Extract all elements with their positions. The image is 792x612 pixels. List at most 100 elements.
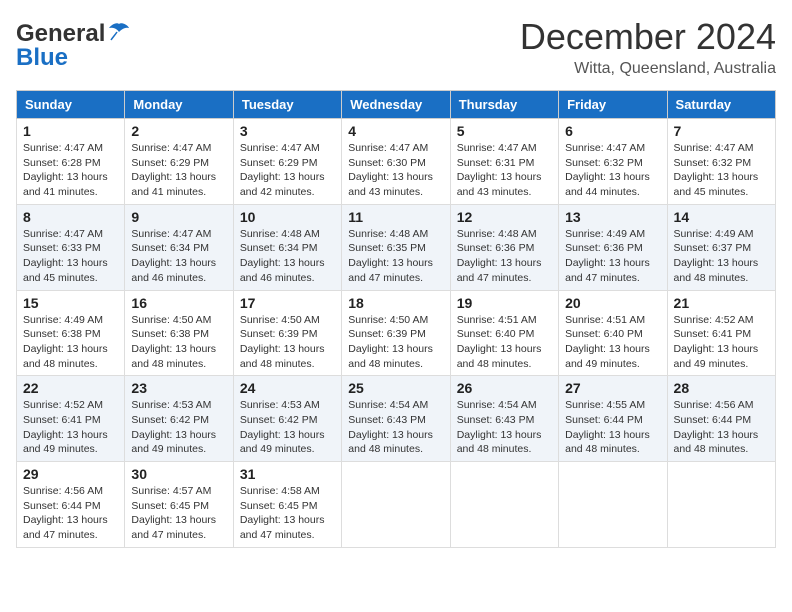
day-info: Sunrise: 4:51 AM Sunset: 6:40 PM Dayligh… <box>457 313 552 372</box>
day-number: 10 <box>240 209 335 225</box>
table-row <box>559 462 667 548</box>
day-info: Sunrise: 4:47 AM Sunset: 6:32 PM Dayligh… <box>565 141 660 200</box>
day-info: Sunrise: 4:47 AM Sunset: 6:32 PM Dayligh… <box>674 141 769 200</box>
day-number: 24 <box>240 380 335 396</box>
calendar-week-1: 1 Sunrise: 4:47 AM Sunset: 6:28 PM Dayli… <box>17 119 776 205</box>
table-row: 23 Sunrise: 4:53 AM Sunset: 6:42 PM Dayl… <box>125 376 233 462</box>
day-info: Sunrise: 4:47 AM Sunset: 6:29 PM Dayligh… <box>240 141 335 200</box>
col-sunday: Sunday <box>17 91 125 119</box>
day-info: Sunrise: 4:53 AM Sunset: 6:42 PM Dayligh… <box>240 398 335 457</box>
day-number: 13 <box>565 209 660 225</box>
day-info: Sunrise: 4:47 AM Sunset: 6:34 PM Dayligh… <box>131 227 226 286</box>
table-row: 2 Sunrise: 4:47 AM Sunset: 6:29 PM Dayli… <box>125 119 233 205</box>
day-info: Sunrise: 4:48 AM Sunset: 6:35 PM Dayligh… <box>348 227 443 286</box>
table-row: 28 Sunrise: 4:56 AM Sunset: 6:44 PM Dayl… <box>667 376 775 462</box>
day-number: 21 <box>674 295 769 311</box>
calendar-table: Sunday Monday Tuesday Wednesday Thursday… <box>16 90 776 548</box>
table-row: 27 Sunrise: 4:55 AM Sunset: 6:44 PM Dayl… <box>559 376 667 462</box>
col-friday: Friday <box>559 91 667 119</box>
table-row: 29 Sunrise: 4:56 AM Sunset: 6:44 PM Dayl… <box>17 462 125 548</box>
day-info: Sunrise: 4:56 AM Sunset: 6:44 PM Dayligh… <box>23 484 118 543</box>
day-number: 30 <box>131 466 226 482</box>
table-row <box>450 462 558 548</box>
table-row <box>342 462 450 548</box>
table-row: 6 Sunrise: 4:47 AM Sunset: 6:32 PM Dayli… <box>559 119 667 205</box>
day-info: Sunrise: 4:47 AM Sunset: 6:31 PM Dayligh… <box>457 141 552 200</box>
day-info: Sunrise: 4:50 AM Sunset: 6:38 PM Dayligh… <box>131 313 226 372</box>
day-number: 31 <box>240 466 335 482</box>
day-info: Sunrise: 4:54 AM Sunset: 6:43 PM Dayligh… <box>457 398 552 457</box>
day-info: Sunrise: 4:58 AM Sunset: 6:45 PM Dayligh… <box>240 484 335 543</box>
day-info: Sunrise: 4:54 AM Sunset: 6:43 PM Dayligh… <box>348 398 443 457</box>
day-info: Sunrise: 4:55 AM Sunset: 6:44 PM Dayligh… <box>565 398 660 457</box>
day-number: 15 <box>23 295 118 311</box>
day-info: Sunrise: 4:57 AM Sunset: 6:45 PM Dayligh… <box>131 484 226 543</box>
day-info: Sunrise: 4:47 AM Sunset: 6:33 PM Dayligh… <box>23 227 118 286</box>
location: Witta, Queensland, Australia <box>520 60 776 78</box>
table-row: 26 Sunrise: 4:54 AM Sunset: 6:43 PM Dayl… <box>450 376 558 462</box>
day-number: 2 <box>131 123 226 139</box>
day-info: Sunrise: 4:47 AM Sunset: 6:28 PM Dayligh… <box>23 141 118 200</box>
table-row: 25 Sunrise: 4:54 AM Sunset: 6:43 PM Dayl… <box>342 376 450 462</box>
day-number: 11 <box>348 209 443 225</box>
table-row: 14 Sunrise: 4:49 AM Sunset: 6:37 PM Dayl… <box>667 204 775 290</box>
table-row: 7 Sunrise: 4:47 AM Sunset: 6:32 PM Dayli… <box>667 119 775 205</box>
calendar-week-2: 8 Sunrise: 4:47 AM Sunset: 6:33 PM Dayli… <box>17 204 776 290</box>
col-wednesday: Wednesday <box>342 91 450 119</box>
day-number: 7 <box>674 123 769 139</box>
table-row: 20 Sunrise: 4:51 AM Sunset: 6:40 PM Dayl… <box>559 290 667 376</box>
logo-blue: Blue <box>16 44 68 72</box>
day-info: Sunrise: 4:56 AM Sunset: 6:44 PM Dayligh… <box>674 398 769 457</box>
table-row: 13 Sunrise: 4:49 AM Sunset: 6:36 PM Dayl… <box>559 204 667 290</box>
day-number: 12 <box>457 209 552 225</box>
col-tuesday: Tuesday <box>233 91 341 119</box>
day-number: 20 <box>565 295 660 311</box>
day-info: Sunrise: 4:49 AM Sunset: 6:38 PM Dayligh… <box>23 313 118 372</box>
day-number: 25 <box>348 380 443 396</box>
logo-bird-icon <box>107 22 131 42</box>
day-info: Sunrise: 4:48 AM Sunset: 6:34 PM Dayligh… <box>240 227 335 286</box>
day-number: 19 <box>457 295 552 311</box>
table-row: 21 Sunrise: 4:52 AM Sunset: 6:41 PM Dayl… <box>667 290 775 376</box>
calendar-week-5: 29 Sunrise: 4:56 AM Sunset: 6:44 PM Dayl… <box>17 462 776 548</box>
day-info: Sunrise: 4:52 AM Sunset: 6:41 PM Dayligh… <box>23 398 118 457</box>
day-info: Sunrise: 4:50 AM Sunset: 6:39 PM Dayligh… <box>240 313 335 372</box>
table-row: 15 Sunrise: 4:49 AM Sunset: 6:38 PM Dayl… <box>17 290 125 376</box>
day-number: 8 <box>23 209 118 225</box>
day-number: 22 <box>23 380 118 396</box>
table-row: 24 Sunrise: 4:53 AM Sunset: 6:42 PM Dayl… <box>233 376 341 462</box>
calendar-header-row: Sunday Monday Tuesday Wednesday Thursday… <box>17 91 776 119</box>
col-monday: Monday <box>125 91 233 119</box>
table-row: 1 Sunrise: 4:47 AM Sunset: 6:28 PM Dayli… <box>17 119 125 205</box>
table-row: 16 Sunrise: 4:50 AM Sunset: 6:38 PM Dayl… <box>125 290 233 376</box>
day-number: 16 <box>131 295 226 311</box>
page-header: General Blue December 2024 Witta, Queens… <box>16 16 776 78</box>
table-row: 10 Sunrise: 4:48 AM Sunset: 6:34 PM Dayl… <box>233 204 341 290</box>
day-info: Sunrise: 4:50 AM Sunset: 6:39 PM Dayligh… <box>348 313 443 372</box>
day-info: Sunrise: 4:47 AM Sunset: 6:29 PM Dayligh… <box>131 141 226 200</box>
day-number: 1 <box>23 123 118 139</box>
day-number: 29 <box>23 466 118 482</box>
day-number: 27 <box>565 380 660 396</box>
day-info: Sunrise: 4:48 AM Sunset: 6:36 PM Dayligh… <box>457 227 552 286</box>
day-number: 3 <box>240 123 335 139</box>
table-row: 12 Sunrise: 4:48 AM Sunset: 6:36 PM Dayl… <box>450 204 558 290</box>
day-info: Sunrise: 4:51 AM Sunset: 6:40 PM Dayligh… <box>565 313 660 372</box>
table-row: 11 Sunrise: 4:48 AM Sunset: 6:35 PM Dayl… <box>342 204 450 290</box>
day-number: 6 <box>565 123 660 139</box>
day-info: Sunrise: 4:52 AM Sunset: 6:41 PM Dayligh… <box>674 313 769 372</box>
table-row: 19 Sunrise: 4:51 AM Sunset: 6:40 PM Dayl… <box>450 290 558 376</box>
day-number: 28 <box>674 380 769 396</box>
day-number: 14 <box>674 209 769 225</box>
table-row: 31 Sunrise: 4:58 AM Sunset: 6:45 PM Dayl… <box>233 462 341 548</box>
day-number: 26 <box>457 380 552 396</box>
table-row: 9 Sunrise: 4:47 AM Sunset: 6:34 PM Dayli… <box>125 204 233 290</box>
day-number: 4 <box>348 123 443 139</box>
month-title: December 2024 <box>520 16 776 58</box>
table-row: 22 Sunrise: 4:52 AM Sunset: 6:41 PM Dayl… <box>17 376 125 462</box>
day-info: Sunrise: 4:47 AM Sunset: 6:30 PM Dayligh… <box>348 141 443 200</box>
day-info: Sunrise: 4:49 AM Sunset: 6:37 PM Dayligh… <box>674 227 769 286</box>
day-number: 5 <box>457 123 552 139</box>
calendar-week-4: 22 Sunrise: 4:52 AM Sunset: 6:41 PM Dayl… <box>17 376 776 462</box>
day-number: 17 <box>240 295 335 311</box>
